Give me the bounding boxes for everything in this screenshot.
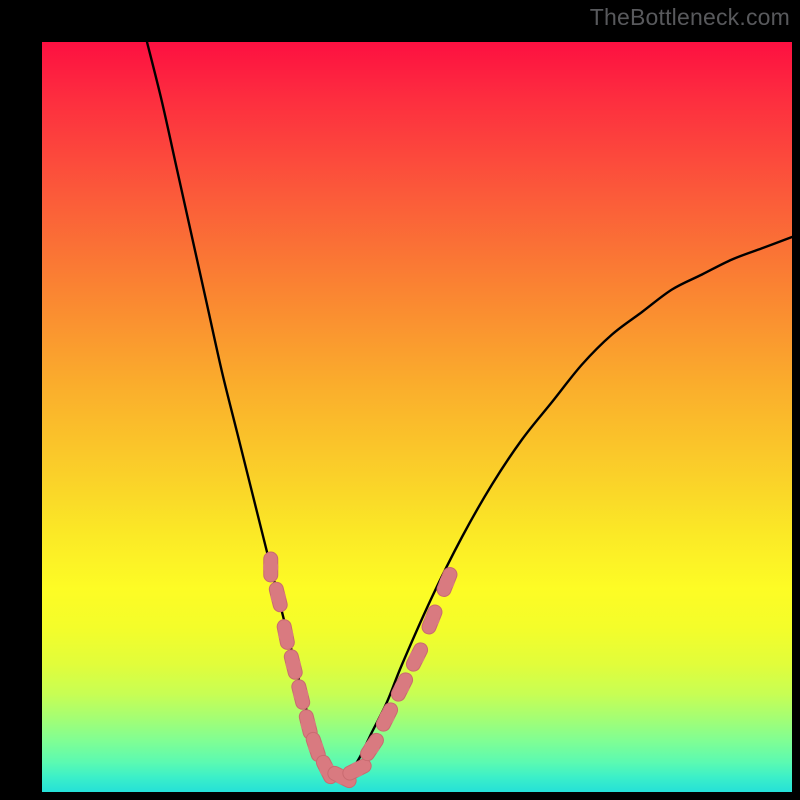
chart-plot-area xyxy=(42,42,792,792)
marker-dot xyxy=(293,687,308,702)
marker-dot xyxy=(410,650,425,665)
marker-dot xyxy=(350,762,365,777)
marker-dot xyxy=(286,657,301,672)
marker-dot xyxy=(380,710,395,725)
marker-dot xyxy=(301,717,316,732)
chart-svg xyxy=(42,42,792,792)
marker-cluster xyxy=(263,552,459,790)
marker-dot xyxy=(278,627,293,642)
marker-dot xyxy=(440,575,455,590)
marker-dot xyxy=(365,740,380,755)
marker-dot xyxy=(425,612,440,627)
curve-group xyxy=(147,42,792,777)
marker-dot xyxy=(308,740,323,755)
watermark-label: TheBottleneck.com xyxy=(590,4,790,31)
bottleneck-curve xyxy=(147,42,792,777)
marker-dot xyxy=(395,680,410,695)
chart-frame: TheBottleneck.com xyxy=(0,0,800,800)
marker-dot xyxy=(271,590,286,605)
marker-dot xyxy=(263,560,278,575)
